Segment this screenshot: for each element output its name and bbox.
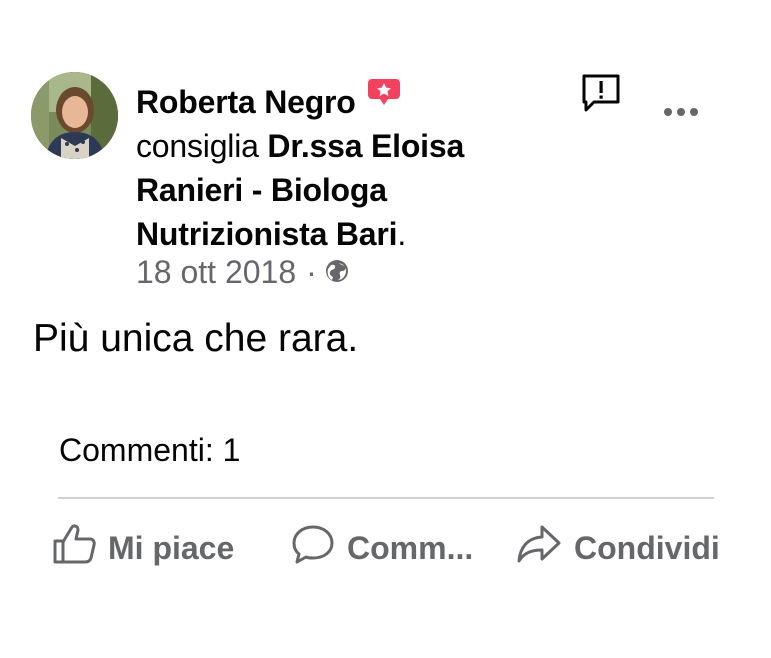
page-suffix: . (397, 216, 407, 252)
avatar[interactable] (31, 72, 118, 159)
like-button[interactable]: Mi piace (52, 522, 234, 574)
recommend-verb: consiglia (136, 128, 259, 164)
post-meta: 18 ott 2018 · (136, 252, 349, 292)
comment-label: Comm... (347, 529, 474, 566)
share-label: Condividi (574, 529, 720, 566)
like-label: Mi piace (108, 529, 235, 566)
comment-bubble-icon (291, 523, 335, 573)
more-dots-icon (664, 108, 698, 116)
post-date[interactable]: 18 ott 2018 (136, 252, 296, 292)
post-card: Roberta Negro consiglia Dr.ssa Eloisa Ra… (0, 0, 771, 658)
post-header: Roberta Negro consiglia Dr.ssa Eloisa Ra… (136, 74, 556, 256)
more-options-button[interactable] (660, 100, 702, 124)
report-icon (582, 74, 620, 112)
comment-button[interactable]: Comm... (291, 522, 473, 574)
share-arrow-icon (516, 523, 562, 573)
meta-separator: · (306, 254, 317, 290)
action-bar: Mi piace Comm... Condividi (0, 522, 771, 574)
comments-count[interactable]: Commenti: 1 (59, 430, 240, 470)
recommendation-badge-icon (368, 74, 401, 118)
globe-icon (325, 252, 349, 292)
author-name[interactable]: Roberta Negro (136, 84, 356, 120)
post-text: Più unica che rara. (33, 317, 359, 360)
divider (58, 497, 714, 499)
thumbs-up-icon (52, 523, 96, 573)
report-button[interactable] (580, 72, 622, 114)
share-button[interactable]: Condividi (516, 522, 720, 574)
